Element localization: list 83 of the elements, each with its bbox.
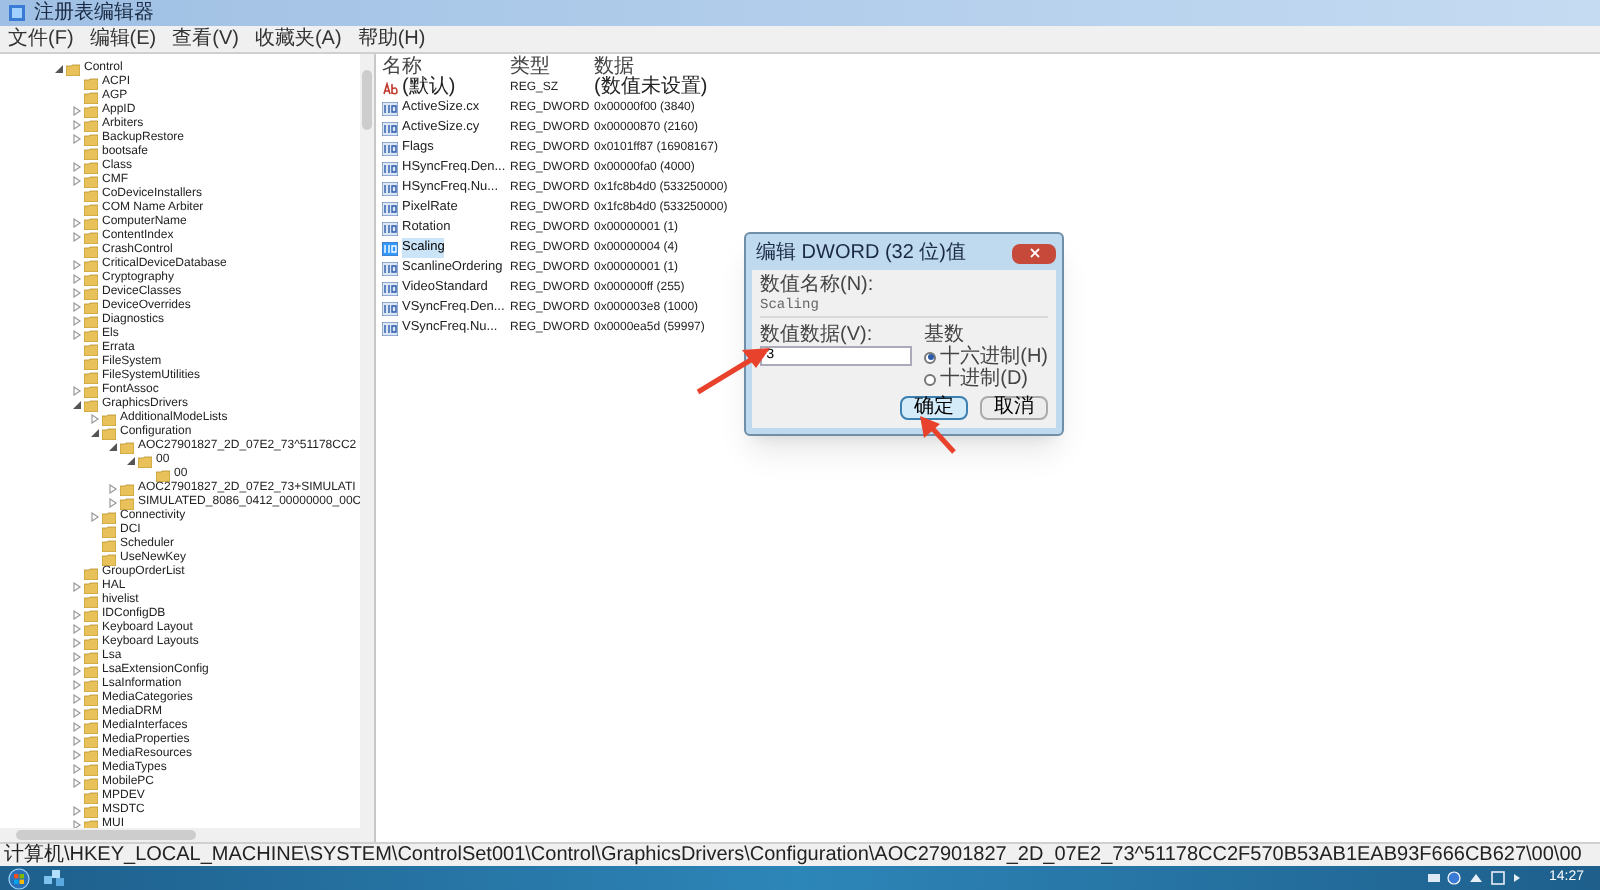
expand-arrow-icon[interactable] [72, 274, 82, 284]
binary-value-icon [382, 201, 398, 215]
expand-arrow-icon[interactable] [72, 120, 82, 130]
expand-arrow-icon[interactable] [72, 232, 82, 242]
expand-arrow-icon[interactable] [72, 134, 82, 144]
menu-item[interactable]: 文件(F) [0, 27, 82, 51]
horizontal-scrollbar[interactable] [0, 828, 374, 842]
expand-arrow-icon[interactable] [72, 736, 82, 746]
expand-arrow-icon[interactable] [72, 680, 82, 690]
expand-arrow-icon[interactable] [72, 652, 82, 662]
expand-arrow-icon[interactable] [72, 722, 82, 732]
app-cubes-icon[interactable] [42, 868, 66, 888]
expand-arrow-icon[interactable] [72, 330, 82, 340]
expand-arrow-icon[interactable] [72, 708, 82, 718]
expand-arrow-icon[interactable] [72, 624, 82, 634]
binary-value-icon [382, 301, 398, 315]
expand-arrow-icon[interactable] [72, 638, 82, 648]
close-button[interactable] [1012, 243, 1056, 263]
registry-icon [8, 4, 26, 22]
binary-value-icon [382, 121, 398, 135]
radio-label: 十进制(D) [940, 368, 1028, 390]
window-title: 注册表编辑器 [34, 1, 154, 25]
expand-arrow-icon[interactable] [72, 218, 82, 228]
binary-value-icon [382, 221, 398, 235]
cancel-button[interactable]: 取消 [980, 396, 1048, 420]
expand-arrow-icon[interactable] [72, 162, 82, 172]
binary-value-icon [382, 321, 398, 335]
collapse-arrow-icon[interactable] [108, 442, 118, 452]
dialog-title: 编辑 DWORD (32 位)值 [754, 241, 966, 265]
binary-value-icon [382, 281, 398, 295]
expand-arrow-icon[interactable] [72, 666, 82, 676]
base-label: 基数 [924, 324, 965, 346]
close-icon [1029, 248, 1039, 258]
expand-arrow-icon[interactable] [72, 750, 82, 760]
expand-arrow-icon[interactable] [72, 806, 82, 816]
column-header[interactable]: 名称 [382, 56, 510, 78]
collapse-arrow-icon[interactable] [54, 64, 64, 74]
binary-value-icon [382, 141, 398, 155]
menu-item[interactable]: 收藏夹(A) [246, 27, 350, 51]
expand-arrow-icon[interactable] [72, 302, 82, 312]
expand-arrow-icon[interactable] [108, 484, 118, 494]
expand-arrow-icon[interactable] [90, 512, 100, 522]
expand-arrow-icon[interactable] [72, 582, 82, 592]
string-value-icon [382, 81, 398, 95]
binary-value-icon [382, 161, 398, 175]
collapse-arrow-icon[interactable] [126, 456, 136, 466]
collapse-arrow-icon[interactable] [72, 400, 82, 410]
value-name[interactable]: (默认) [402, 78, 456, 98]
field-label: 数值名称(N): [760, 274, 876, 296]
menu-item[interactable]: 帮助(H) [349, 27, 434, 51]
start-orb-icon[interactable] [8, 867, 30, 889]
expand-arrow-icon[interactable] [72, 820, 82, 828]
binary-value-icon [382, 181, 398, 195]
pointer-arrow [694, 344, 774, 396]
binary-value-icon [382, 241, 398, 255]
expand-arrow-icon[interactable] [72, 316, 82, 326]
radio-button[interactable] [924, 351, 937, 363]
expand-arrow-icon[interactable] [72, 694, 82, 704]
radio-label: 十六进制(H) [940, 346, 1048, 368]
expand-arrow-icon[interactable] [72, 260, 82, 270]
collapse-arrow-icon[interactable] [90, 428, 100, 438]
status-path: 计算机\HKEY_LOCAL_MACHINE\SYSTEM\ControlSet001\Control\GraphicsDrivers\Configuration\AOC27901827_2D_07E2_73^51178CC2F570B53AB1EAB93F666CB627\00\00 [4, 844, 1582, 866]
expand-arrow-icon[interactable] [72, 176, 82, 186]
expand-arrow-icon[interactable] [90, 414, 100, 424]
binary-value-icon [382, 101, 398, 115]
column-header[interactable]: 类型 [510, 56, 594, 78]
expand-arrow-icon[interactable] [72, 288, 82, 298]
menu-item[interactable]: 查看(V) [164, 27, 247, 51]
vertical-scrollbar[interactable] [360, 54, 374, 828]
expand-arrow-icon[interactable] [72, 386, 82, 396]
column-header[interactable]: 数据 [594, 56, 834, 78]
expand-arrow-icon[interactable] [72, 610, 82, 620]
pointer-arrow [914, 414, 962, 454]
ok-button[interactable]: 确定 [900, 396, 968, 420]
expand-arrow-icon[interactable] [72, 778, 82, 788]
menu-item[interactable]: 编辑(E) [81, 27, 165, 51]
radio-button[interactable] [924, 373, 937, 385]
expand-arrow-icon[interactable] [72, 764, 82, 774]
expand-arrow-icon[interactable] [108, 498, 118, 508]
field-label: 数值数据(V): [760, 324, 875, 346]
value-data: (数值未设置) [594, 78, 708, 98]
binary-value-icon [382, 261, 398, 275]
expand-arrow-icon[interactable] [72, 106, 82, 116]
